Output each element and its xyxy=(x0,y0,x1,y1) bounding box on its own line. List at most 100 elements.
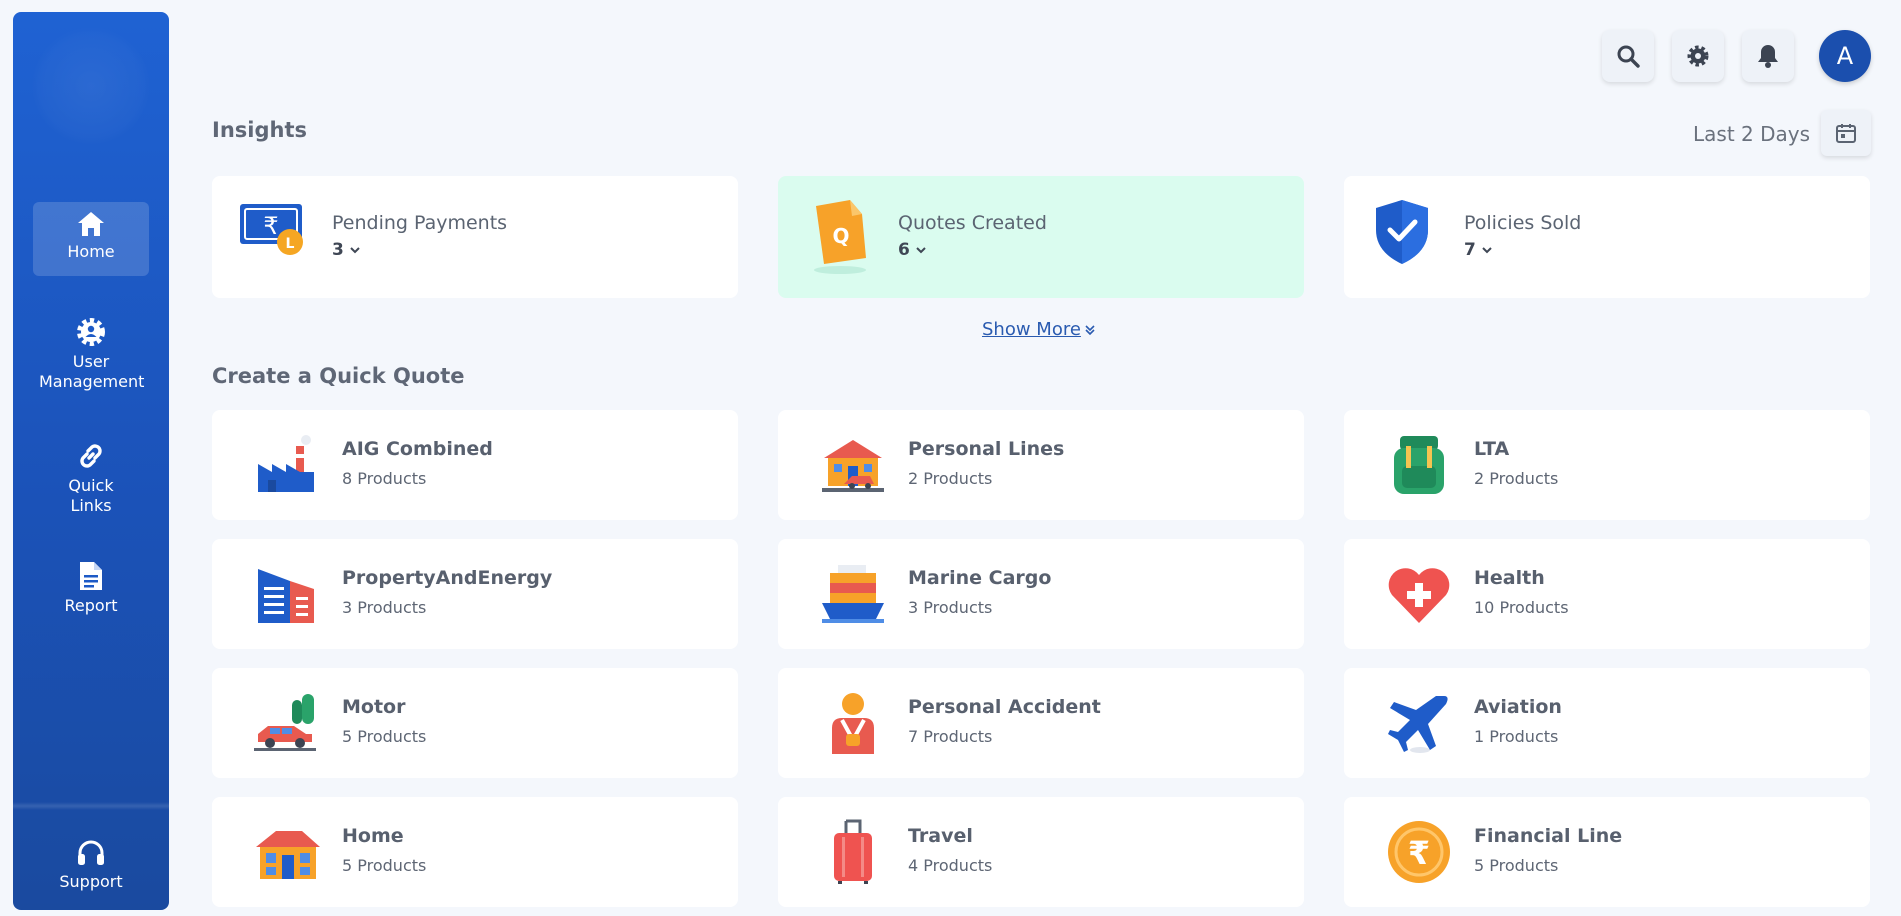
quote-card-title: Travel xyxy=(908,825,973,847)
chevron-down-icon xyxy=(916,246,926,253)
quote-card-aig-combined[interactable]: AIG Combined 8 Products xyxy=(212,410,738,520)
chevron-down-icon xyxy=(350,246,360,253)
quote-card-count: 1 Products xyxy=(1474,727,1559,746)
quote-card-title: Motor xyxy=(342,696,406,718)
factory-icon xyxy=(258,435,314,492)
search-button[interactable] xyxy=(1602,30,1654,82)
sidebar-item-report[interactable]: Report xyxy=(33,552,149,616)
quote-card-home[interactable]: Home 5 Products xyxy=(212,797,738,907)
svg-text:L: L xyxy=(286,236,295,252)
svg-text:₹: ₹ xyxy=(263,212,278,240)
home-icon xyxy=(78,212,104,236)
quote-card-title: Financial Line xyxy=(1474,825,1623,847)
quote-document-icon: Q xyxy=(814,200,866,274)
sidebar-item-label: Quick Links xyxy=(68,476,114,515)
quote-card-travel[interactable]: Travel 4 Products xyxy=(778,797,1304,907)
insight-card-quotes-created[interactable]: Q Quotes Created 6 xyxy=(778,176,1304,298)
sidebar-item-support[interactable]: Support xyxy=(33,830,149,892)
quote-card-title: Personal Accident xyxy=(908,696,1101,718)
payment-clock-icon: ₹ L xyxy=(240,204,303,255)
insight-value[interactable]: 6 xyxy=(898,240,926,260)
building-icon xyxy=(258,569,314,623)
quote-card-count: 10 Products xyxy=(1474,598,1569,617)
quote-card-title: Health xyxy=(1474,567,1545,589)
sidebar-item-label: Home xyxy=(67,242,115,261)
rupee-coin-icon: ₹ xyxy=(1388,821,1450,883)
quote-card-title: Marine Cargo xyxy=(908,567,1052,589)
insight-card-policies-sold[interactable]: Policies Sold 7 xyxy=(1344,176,1870,298)
link-icon xyxy=(80,444,102,468)
calendar-button[interactable] xyxy=(1821,110,1871,156)
airplane-icon xyxy=(1388,696,1448,753)
quote-card-count: 7 Products xyxy=(908,727,993,746)
headset-icon xyxy=(78,840,104,865)
date-range-label: Last 2 Days xyxy=(1693,122,1811,146)
quick-quote-title: Create a Quick Quote xyxy=(212,364,465,388)
quote-card-personal-lines[interactable]: Personal Lines 2 Products xyxy=(778,410,1304,520)
gear-icon xyxy=(1687,45,1709,67)
quote-card-title: AIG Combined xyxy=(342,438,493,460)
quote-card-count: 5 Products xyxy=(342,856,427,875)
quote-card-motor[interactable]: Motor 5 Products xyxy=(212,668,738,778)
chevron-down-icon xyxy=(1482,246,1492,253)
quote-card-title: Home xyxy=(342,825,404,847)
quote-card-count: 3 Products xyxy=(342,598,427,617)
svg-text:Q: Q xyxy=(832,224,849,248)
house-car-icon xyxy=(822,440,884,492)
quote-card-count: 2 Products xyxy=(908,469,993,488)
brand-logo xyxy=(31,26,151,146)
show-more-link[interactable]: Show More xyxy=(982,319,1096,340)
quote-card-count: 3 Products xyxy=(908,598,993,617)
show-more-label: Show More xyxy=(982,319,1081,340)
quote-card-marine-cargo[interactable]: Marine Cargo 3 Products xyxy=(778,539,1304,649)
bell-icon xyxy=(1758,45,1778,68)
insight-label: Quotes Created xyxy=(898,212,1047,234)
user-gear-icon xyxy=(77,318,105,346)
insight-label: Policies Sold xyxy=(1464,212,1582,234)
sidebar-item-home[interactable]: Home xyxy=(33,202,149,276)
quote-card-count: 5 Products xyxy=(342,727,427,746)
settings-button[interactable] xyxy=(1672,30,1724,82)
insight-count: 7 xyxy=(1464,240,1476,260)
sidebar-divider xyxy=(13,802,169,810)
quote-card-count: 5 Products xyxy=(1474,856,1559,875)
calendar-icon xyxy=(1836,124,1856,143)
quote-card-aviation[interactable]: Aviation 1 Products xyxy=(1344,668,1870,778)
notifications-button[interactable] xyxy=(1742,30,1794,82)
quote-card-title: PropertyAndEnergy xyxy=(342,567,553,589)
quote-card-property-and-energy[interactable]: PropertyAndEnergy 3 Products xyxy=(212,539,738,649)
insight-value[interactable]: 3 xyxy=(332,240,360,260)
heart-plus-icon xyxy=(1388,568,1450,623)
quote-card-title: Personal Lines xyxy=(908,438,1065,460)
house-icon xyxy=(256,831,320,879)
quote-card-lta[interactable]: LTA 2 Products xyxy=(1344,410,1870,520)
backpack-icon xyxy=(1394,436,1444,494)
person-sling-icon xyxy=(832,693,874,754)
sidebar: Home User Management Quick Links Report … xyxy=(13,12,169,910)
insight-count: 3 xyxy=(332,240,344,260)
insight-label: Pending Payments xyxy=(332,212,508,234)
quote-card-personal-accident[interactable]: Personal Accident 7 Products xyxy=(778,668,1304,778)
insight-count: 6 xyxy=(898,240,910,260)
quote-card-health[interactable]: Health 10 Products xyxy=(1344,539,1870,649)
quote-card-title: LTA xyxy=(1474,438,1510,460)
quote-card-financial-line[interactable]: ₹ Financial Line 5 Products xyxy=(1344,797,1870,907)
insights-title: Insights xyxy=(212,118,307,142)
sidebar-item-label: User Management xyxy=(39,352,145,391)
sidebar-item-quick-links[interactable]: Quick Links xyxy=(33,432,149,516)
sidebar-item-label: Report xyxy=(64,596,118,615)
sidebar-item-user-management[interactable]: User Management xyxy=(33,308,149,392)
sidebar-item-label: Support xyxy=(59,872,123,891)
quote-card-count: 8 Products xyxy=(342,469,427,488)
search-icon xyxy=(1617,45,1640,68)
svg-text:₹: ₹ xyxy=(1408,834,1430,872)
insight-card-pending-payments[interactable]: ₹ L Pending Payments 3 xyxy=(212,176,738,298)
shield-check-icon xyxy=(1376,200,1428,264)
avatar[interactable]: A xyxy=(1819,30,1871,82)
car-icon xyxy=(254,694,316,751)
quote-card-count: 4 Products xyxy=(908,856,993,875)
document-icon xyxy=(80,562,102,590)
cargo-ship-icon xyxy=(822,565,884,623)
insight-value[interactable]: 7 xyxy=(1464,240,1492,260)
quote-card-title: Aviation xyxy=(1474,696,1562,718)
